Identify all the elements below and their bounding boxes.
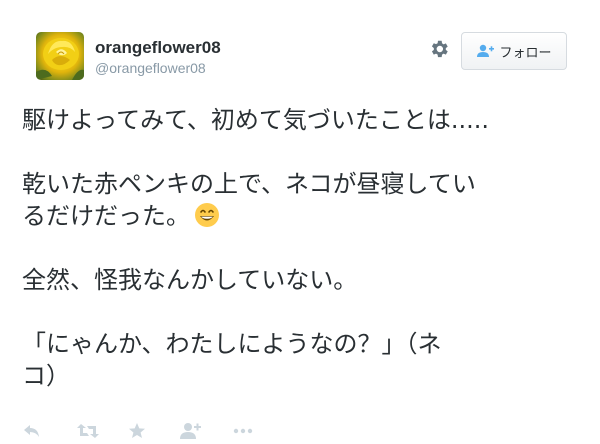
tweet-line: るだけだった。 [22,200,582,232]
tweet-line: 駆けよってみて、初めて気づいたことは..... [22,106,490,134]
rose-image [36,38,84,80]
tweet-line: 全然、怪我なんかしていない。 [22,266,358,294]
tweet-line: 「にゃんか、わたしにようなの？」（ネ [22,330,442,358]
tweet-line: 乾いた赤ペンキの上で、ネコが昼寝してい [22,170,476,198]
follow-icon[interactable] [179,422,201,444]
tweet-line-text: るだけだった。 [22,202,190,230]
follow-label: フォロー [499,45,552,61]
grinning-face-emoji [194,202,220,228]
add-user-icon [477,44,495,57]
retweet-icon[interactable] [76,422,100,444]
user-handle[interactable]: @orangeflower08 [95,60,206,76]
tweet-text: 駆けよってみて、初めて気づいたことは..... 乾いた赤ペンキの上で、ネコが昼寝… [22,104,582,392]
gear-icon[interactable] [428,38,450,60]
avatar[interactable] [36,32,84,80]
more-icon[interactable] [232,422,254,444]
display-name[interactable]: orangeflower08 [95,38,221,58]
reply-icon[interactable] [22,422,42,444]
follow-button[interactable]: フォロー [461,32,567,70]
tweet-line: コ） [22,362,70,390]
favorite-icon[interactable] [128,422,146,444]
